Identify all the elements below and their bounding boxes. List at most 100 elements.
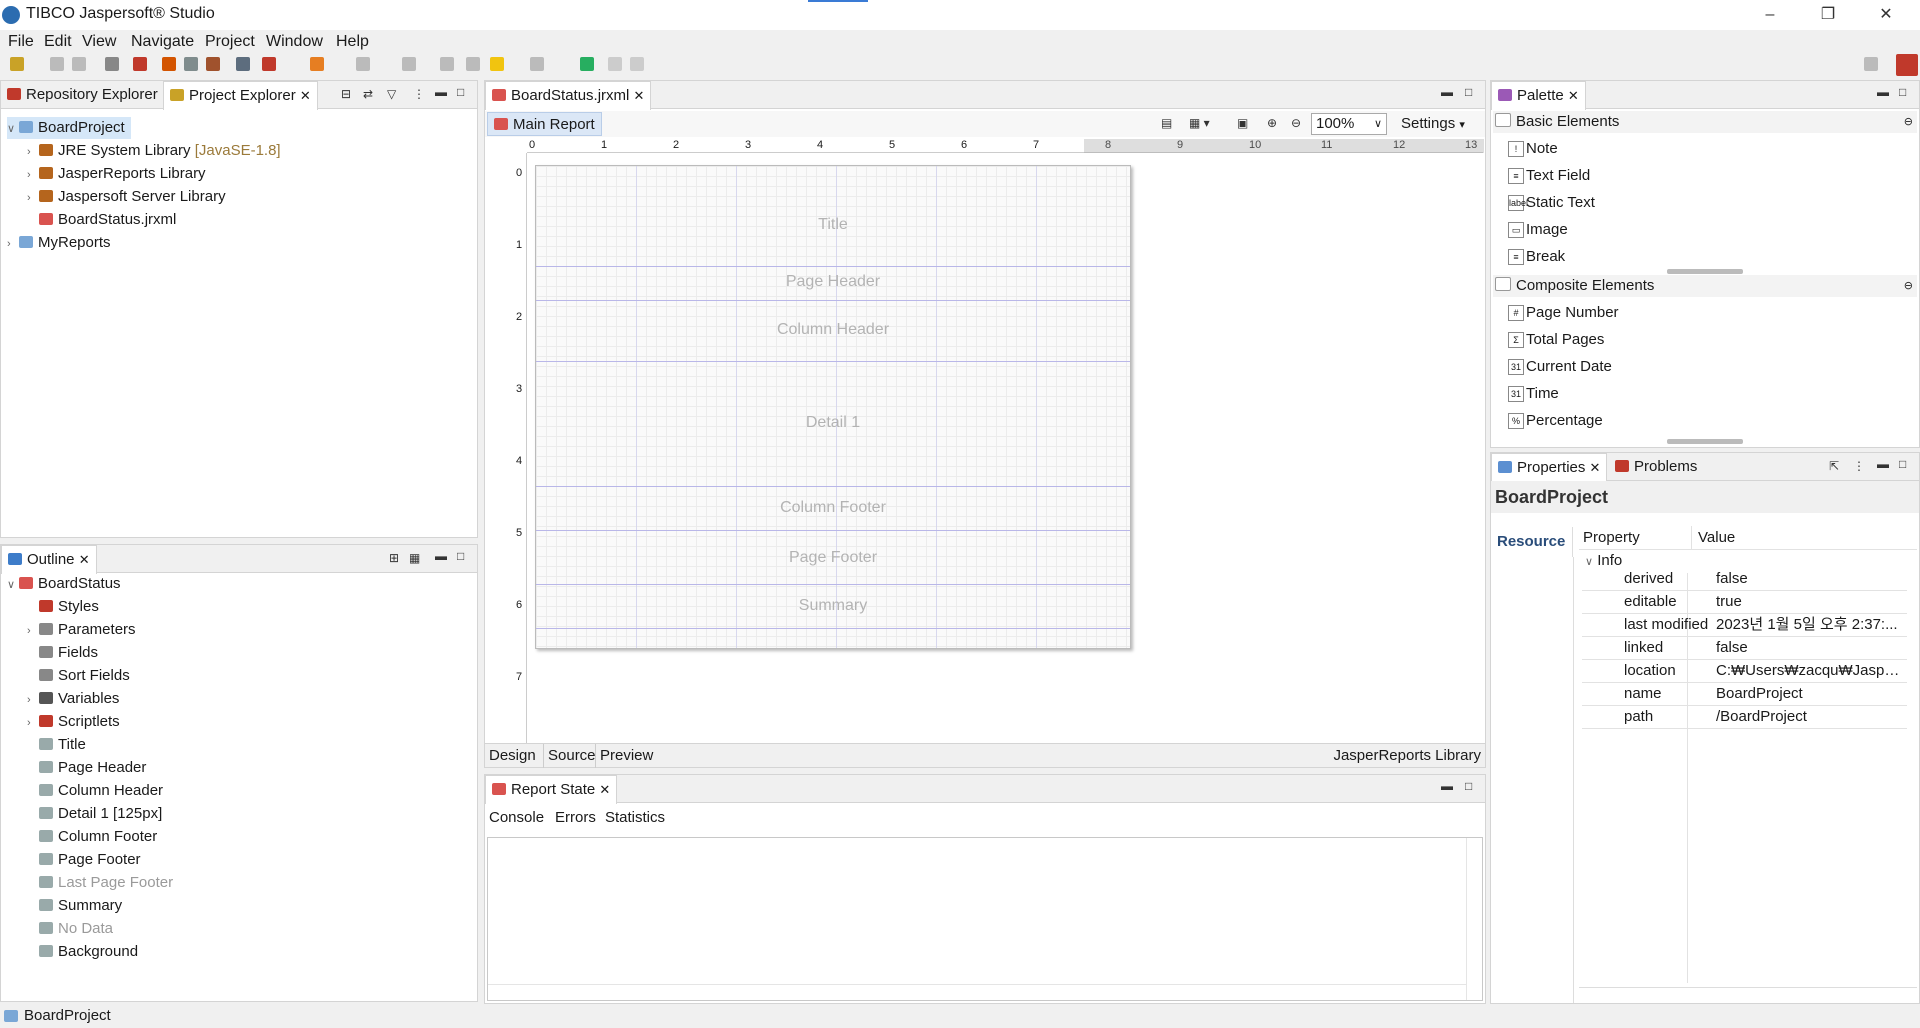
outline-item[interactable]: Styles [27,596,99,618]
outline-item[interactable]: › Variables [27,688,119,710]
expand-icon[interactable]: › [27,620,39,642]
property-row[interactable]: linked false [1582,636,1907,660]
tree-item-server-library[interactable]: › Jaspersoft Server Library [27,186,226,208]
view-menu-icon[interactable]: ⋮ [1853,459,1865,473]
zoom-select[interactable]: 100% ∨ [1311,113,1387,135]
prev-annotation-icon[interactable] [402,57,416,71]
outline-item[interactable]: Title [27,734,86,756]
debug-icon[interactable] [133,57,147,71]
expand-icon[interactable]: ∨ [7,574,19,596]
wizard-icon[interactable] [206,57,220,71]
tab-project-explorer[interactable]: Project Explorer ✕ [163,81,318,110]
compile-icon[interactable] [105,57,119,71]
console-output[interactable] [487,837,1483,1001]
maximize-button[interactable]: ❐ [1808,2,1848,28]
collapse-icon[interactable]: ⊖ [1904,275,1913,297]
tab-console[interactable]: Console [489,809,544,826]
vertical-scrollbar[interactable] [1466,838,1482,1000]
menu-navigate[interactable]: Navigate [131,33,194,51]
property-value[interactable]: BoardProject [1716,682,1906,705]
maximize-icon[interactable]: □ [1899,85,1906,99]
resource-side-tab[interactable]: Resource [1491,527,1573,557]
band-page-header[interactable]: Page Header [536,273,1130,291]
close-icon[interactable]: ✕ [300,88,311,103]
outline-item[interactable]: Column Header [27,780,163,802]
tree-item-jre[interactable]: › JRE System Library [JavaSE-1.8] [27,140,281,162]
property-row[interactable]: path/BoardProject [1582,705,1907,729]
outline-item[interactable]: Fields [27,642,98,664]
palette-item-total-pages[interactable]: Total Pages [1526,331,1604,348]
report-page[interactable]: Title Page Header Column Header Detail 1… [535,165,1131,649]
last-edit-icon[interactable] [440,57,454,71]
tab-repository-explorer[interactable]: Repository Explorer [1,81,164,109]
link-editor-icon[interactable]: ⇄ [363,87,373,101]
main-report-tab[interactable]: Main Report [487,112,602,136]
maximize-icon[interactable]: □ [457,85,464,99]
tab-errors[interactable]: Errors [555,809,596,826]
tree-mode-icon[interactable]: ⊞ [389,551,399,565]
property-value[interactable]: false [1716,636,1906,659]
tab-boardstatus-jrxml[interactable]: BoardStatus.jrxml ✕ [485,81,652,110]
maximize-icon[interactable]: □ [1465,85,1472,99]
minimize-icon[interactable]: ▬ [1441,779,1453,793]
minimize-icon[interactable]: ▬ [1441,85,1453,99]
collapse-all-icon[interactable]: ⊟ [341,87,351,101]
maximize-icon[interactable]: □ [457,549,464,563]
minimize-button[interactable]: – [1750,2,1790,28]
minimize-icon[interactable]: ▬ [435,85,447,99]
menu-help[interactable]: Help [336,33,369,51]
save-icon[interactable] [50,57,64,71]
scroll-indicator[interactable] [1667,269,1743,274]
property-value[interactable]: /BoardProject [1716,705,1906,728]
expand-icon[interactable]: › [27,689,39,711]
undo-icon[interactable] [608,57,622,71]
outline-item[interactable]: Background [27,941,138,963]
jaspersoft-perspective-icon[interactable] [1896,54,1918,76]
back-icon[interactable] [490,57,504,71]
close-icon[interactable]: ✕ [1590,460,1601,475]
outline-item[interactable]: No Data [27,918,113,940]
menu-view[interactable]: View [82,33,116,51]
tool-icon[interactable] [310,57,324,71]
property-row[interactable]: location C:₩Users₩zacqu₩Jasperso... [1582,659,1907,683]
outline-item[interactable]: Column Footer [27,826,157,848]
minimize-icon[interactable]: ▬ [1877,457,1889,471]
minimize-icon[interactable]: ▬ [1877,85,1889,99]
expand-icon[interactable]: ∨ [7,118,19,140]
close-icon[interactable]: ✕ [1568,88,1579,103]
horizontal-scrollbar[interactable] [1579,987,1917,1003]
basic-elements-header[interactable]: Basic Elements ⊖ [1493,111,1917,133]
menu-window[interactable]: Window [266,33,323,51]
tree-item-boardproject[interactable]: ∨ BoardProject [7,117,131,139]
close-icon[interactable]: ✕ [79,552,90,567]
zoom-in-icon[interactable]: ⊕ [1267,116,1277,130]
palette-item-text-field[interactable]: Text Field [1526,167,1590,184]
dataset-icon[interactable]: ▦ ▾ [1189,116,1210,130]
outline-item[interactable]: Sort Fields [27,665,130,687]
tree-item-myreports[interactable]: › MyReports [7,232,111,254]
perspective-icon[interactable] [1864,57,1878,71]
zoom-out-icon[interactable]: ⊖ [1291,116,1301,130]
run-icon[interactable] [262,57,276,71]
menu-file[interactable]: File [8,33,34,51]
scroll-indicator[interactable] [1667,439,1743,444]
outline-item[interactable]: › Scriptlets [27,711,120,733]
publish-icon[interactable] [184,57,198,71]
palette-item-percentage[interactable]: Percentage [1526,412,1603,429]
expand-icon[interactable]: › [27,187,39,209]
band-page-footer[interactable]: Page Footer [536,549,1130,567]
horizontal-scrollbar[interactable] [488,984,1466,1000]
maximize-icon[interactable]: □ [1465,779,1472,793]
tree-item-jasperreports-library[interactable]: › JasperReports Library [27,163,206,185]
open-perspective-icon[interactable] [580,57,594,71]
tab-properties[interactable]: Properties ✕ [1491,453,1608,482]
band-title[interactable]: Title [536,216,1130,234]
save-all-icon[interactable] [72,57,86,71]
menu-edit[interactable]: Edit [44,33,72,51]
property-row[interactable]: editable true [1582,590,1907,614]
outline-item[interactable]: Detail 1 [125px] [27,803,162,825]
band-detail[interactable]: Detail 1 [536,414,1130,432]
band-summary[interactable]: Summary [536,597,1130,615]
close-icon[interactable]: ✕ [599,782,610,797]
maximize-icon[interactable]: □ [1899,457,1906,471]
